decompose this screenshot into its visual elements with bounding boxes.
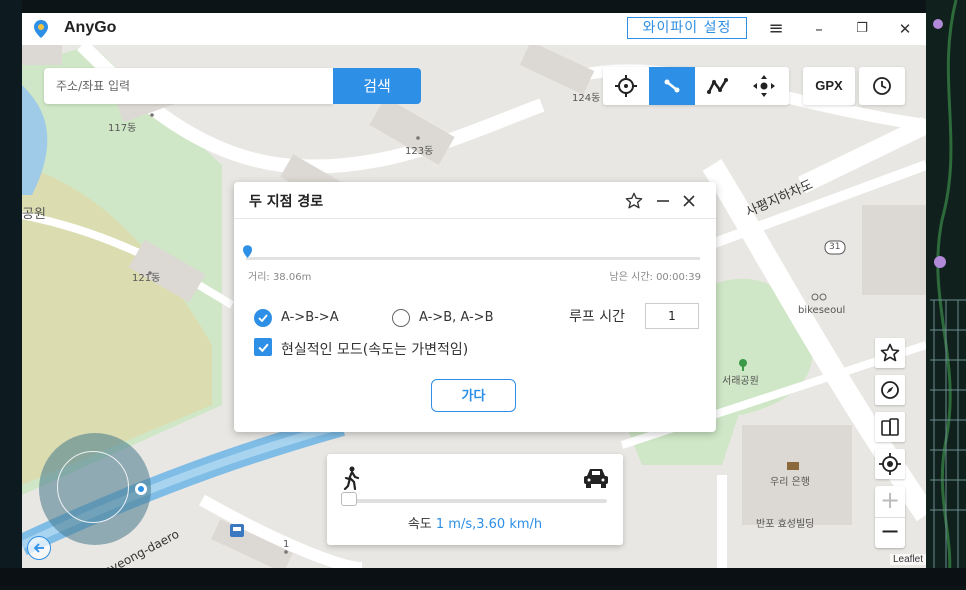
map-label-banpo-building: 반포 효성빌딩 (756, 519, 815, 530)
search-button[interactable]: 검색 (333, 68, 421, 104)
close-icon (683, 195, 695, 207)
car-icon (584, 469, 608, 488)
desktop-background-bottom (0, 568, 966, 586)
wifi-settings-button[interactable]: 와이파이 설정 (627, 17, 747, 39)
map-label-building: 1 (283, 539, 290, 550)
menu-icon[interactable]: ≡ (763, 17, 789, 41)
leaflet-attribution[interactable]: Leaflet (890, 554, 926, 565)
crosshair-icon (615, 75, 637, 97)
loop-count-input[interactable] (645, 303, 699, 329)
remaining-time-text: 남은 시간: 00:00:39 (609, 272, 701, 283)
two-spot-route-icon (664, 79, 680, 93)
compass-button[interactable] (875, 375, 905, 405)
map-label-route-shield: 31 (829, 242, 841, 252)
speed-slider-track[interactable] (343, 499, 607, 503)
history-button[interactable] (859, 67, 905, 105)
two-spot-route-dialog: 두 지점 경로 거리: 38.06m 남은 시간: 00:00:39 A->B-… (234, 182, 716, 432)
app-title: AnyGo (64, 19, 117, 36)
compass-icon (881, 381, 899, 399)
two-spot-mode-button[interactable] (649, 67, 695, 105)
realistic-mode-label[interactable]: 현실적인 모드(속도는 가변적임) (281, 339, 468, 359)
map-label-building: 117동 (108, 123, 137, 134)
minimize-icon[interactable]: – (806, 17, 832, 41)
dialog-minimize-button[interactable] (652, 190, 674, 212)
joystick-dpad-icon (753, 75, 775, 97)
back-button[interactable] (27, 536, 51, 560)
walking-icon (343, 466, 360, 490)
speed-value: 1 m/s,3.60 km/h (435, 517, 543, 532)
device-switch-button[interactable] (875, 412, 905, 442)
zoom-out-button[interactable]: − (875, 517, 905, 548)
joystick-pad[interactable] (39, 433, 151, 545)
speed-slider-handle[interactable] (341, 492, 357, 506)
dialog-title: 두 지점 경로 (249, 194, 324, 210)
option-aba-radio[interactable] (254, 309, 272, 327)
devices-icon (881, 418, 899, 436)
speed-panel: 속도 1 m/s,3.60 km/h (327, 454, 623, 545)
close-icon[interactable]: ✕ (892, 17, 918, 41)
map-label-woori-bank: 우리 은행 (770, 477, 810, 488)
joystick-mode-button[interactable] (741, 67, 787, 105)
loop-time-label: 루프 시간 (569, 309, 625, 325)
joystick-knob[interactable] (135, 483, 147, 495)
map-label-seorae-park: 서래공원 (722, 376, 759, 387)
clock-icon (873, 77, 891, 95)
map-label-park: 공원 (22, 207, 46, 222)
dialog-close-button[interactable] (678, 190, 700, 212)
location-pin-icon (243, 245, 252, 258)
mode-toolbar (603, 67, 789, 105)
go-button[interactable]: 가다 (431, 379, 516, 412)
check-icon (258, 314, 268, 322)
map-label-building: 124동 (572, 93, 601, 104)
title-bar: AnyGo 와이파이 설정 ≡ – ❐ ✕ (22, 13, 926, 45)
map-label-bikeseoul: bikeseoul (798, 305, 846, 316)
star-icon (880, 343, 900, 362)
zoom-controls: + − (875, 486, 905, 548)
arrow-left-icon (33, 543, 44, 553)
multi-spot-mode-button[interactable] (695, 67, 741, 105)
teleport-mode-button[interactable] (603, 67, 649, 105)
multi-spot-route-icon (707, 78, 728, 94)
gpx-import-button[interactable]: GPX (803, 67, 855, 105)
star-icon (625, 192, 643, 209)
speed-readout: 속도 1 m/s,3.60 km/h (327, 513, 623, 532)
app-window: 117동 124동 123동 121동 1 공원 사평지하차도 31 bikes… (22, 13, 926, 568)
route-progress-track (246, 257, 700, 260)
app-logo-icon (34, 20, 48, 38)
map-label-building: 121동 (132, 273, 161, 284)
search-input[interactable] (44, 68, 333, 104)
distance-text: 거리: 38.06m (248, 272, 312, 283)
minus-icon (657, 200, 669, 202)
current-location-button[interactable] (875, 449, 905, 479)
check-icon (257, 343, 269, 352)
option-ab-radio[interactable] (392, 309, 410, 327)
favorites-button[interactable] (875, 338, 905, 368)
zoom-in-button[interactable]: + (875, 486, 905, 517)
desktop-background-right (926, 0, 966, 587)
locate-icon (879, 453, 901, 475)
joystick-ring (57, 451, 129, 523)
map-label-building: 123동 (405, 146, 434, 157)
desktop-background-left (0, 0, 22, 586)
restore-icon[interactable]: ❐ (849, 17, 875, 41)
option-ab-label[interactable]: A->B, A->B (419, 310, 493, 325)
speed-label: 속도 (407, 517, 432, 532)
option-aba-label[interactable]: A->B->A (281, 310, 339, 325)
dialog-divider (234, 218, 716, 219)
dialog-favorite-button[interactable] (623, 190, 645, 212)
realistic-mode-checkbox[interactable] (254, 338, 272, 356)
